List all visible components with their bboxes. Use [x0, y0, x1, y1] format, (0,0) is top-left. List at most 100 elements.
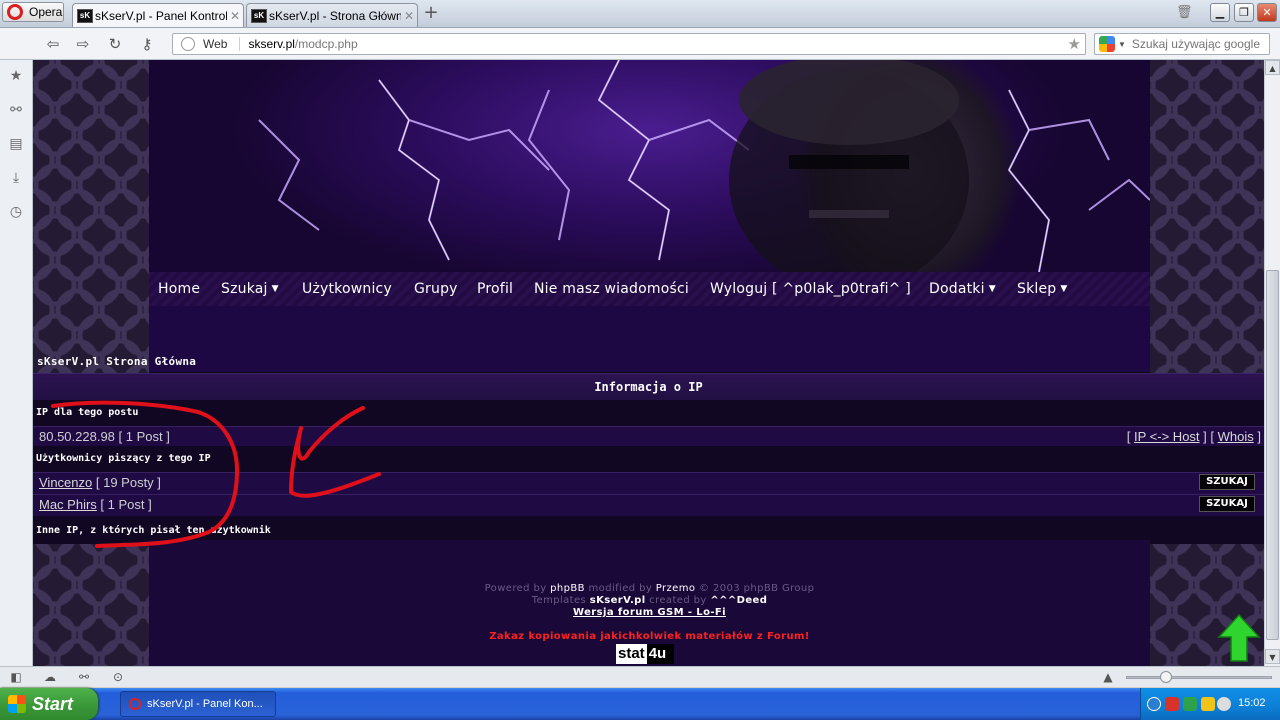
scrollbar-thumb[interactable] — [1266, 270, 1279, 640]
bookmark-star-icon[interactable]: ★ — [1068, 35, 1081, 53]
downloads-icon[interactable]: ⤓ — [8, 170, 24, 186]
phpbb-link[interactable]: phpBB — [550, 583, 585, 594]
copy-warning: Zakaz kopiowania jakichkolwiek materiałó… — [489, 631, 810, 642]
lofi-version-link[interactable]: Wersja forum GSM - Lo-Fi — [573, 607, 726, 618]
ip-links: [ IP <-> Host ] [ Whois ] — [1127, 429, 1261, 444]
przemo-link[interactable]: Przemo — [656, 583, 696, 594]
tab-strona-glowna[interactable]: sK sKserV.pl - Strona Główn... ✕ — [246, 3, 418, 27]
tab-close-icon[interactable]: ✕ — [401, 9, 417, 23]
new-tab-button[interactable]: + — [422, 4, 440, 22]
users-label: Użytkownicy piszący z tego IP — [36, 453, 211, 464]
start-label: Start — [32, 693, 74, 714]
tray-volume-icon[interactable] — [1217, 697, 1231, 711]
menu-grupy-label: Grupy — [414, 281, 458, 297]
chevron-down-icon[interactable]: ▼ — [1118, 40, 1126, 49]
trash-icon[interactable]: 🗑 — [1176, 5, 1193, 21]
start-button[interactable]: Start — [0, 688, 98, 720]
menu-grupy[interactable]: Grupy — [414, 272, 458, 306]
web-page: Home Szukaj ▼ Użytkownicy Grupy Profil Ni… — [33, 60, 1264, 666]
menu-dodatki[interactable]: Dodatki ▼ — [929, 272, 996, 306]
menu-uzytkownicy[interactable]: Użytkownicy — [302, 272, 392, 306]
forward-arrow-icon[interactable]: ⇨ — [72, 34, 94, 54]
taskbar-window-title: sKserV.pl - Panel Kon... — [147, 698, 263, 710]
tab-title: sKserV.pl - Strona Główn... — [269, 8, 401, 23]
site-footer: Powered by phpBB modified by Przemo © 20… — [149, 540, 1150, 666]
version-line: Wersja forum GSM - Lo-Fi — [149, 607, 1150, 618]
address-field[interactable]: Web skserv.pl/modcp.php ★ — [172, 33, 1086, 55]
turbo-icon[interactable]: ⚯ — [76, 670, 92, 684]
taskbar-opera-window[interactable]: sKserV.pl - Panel Kon... — [120, 691, 276, 717]
key-icon[interactable]: ⚷ — [136, 34, 158, 54]
stat4u-badge[interactable]: stat 4u — [616, 644, 674, 664]
speed-dial-icon[interactable]: ⊙ — [110, 670, 126, 684]
hexagon-background-right — [1150, 60, 1264, 666]
menu-profil[interactable]: Profil — [477, 272, 513, 306]
address-host: skserv.pl — [248, 37, 295, 51]
history-clock-icon[interactable]: ◷ — [8, 204, 24, 220]
ip-host-link[interactable]: IP <-> Host — [1134, 429, 1200, 444]
search-field[interactable]: ▼ — [1094, 33, 1270, 55]
whois-link[interactable]: Whois — [1218, 429, 1254, 444]
user-entry: Vincenzo [ 19 Posty ] — [39, 475, 161, 490]
bookmarks-star-icon[interactable]: ★ — [8, 68, 24, 84]
user-link[interactable]: Vincenzo — [39, 475, 92, 490]
menu-wyloguj[interactable]: Wyloguj [ ^p0lak_p0trafi^ ] — [710, 272, 911, 306]
tab-panel-kontrol[interactable]: sK sKserV.pl - Panel Kontrol... ✕ — [72, 3, 244, 27]
zoom-menu-arrow-icon[interactable]: ▲ — [1100, 670, 1116, 684]
deed-link[interactable]: ^^^Deed — [710, 595, 767, 606]
menu-home[interactable]: Home — [158, 272, 200, 306]
restore-button[interactable]: ❐ — [1234, 3, 1254, 22]
menu-wiadomosci-label: Nie masz wiadomości — [534, 281, 689, 297]
bracket-mid: ] [ — [1203, 429, 1214, 444]
ip-value: 80.50.228.98 [ 1 Post ] — [39, 429, 170, 444]
search-input[interactable] — [1131, 37, 1268, 51]
scroll-down-arrow-icon[interactable]: ▼ — [1265, 649, 1280, 664]
address-path: /modcp.php — [294, 37, 358, 51]
menu-szukaj[interactable]: Szukaj ▼ — [221, 272, 279, 306]
tab-title: sKserV.pl - Panel Kontrol... — [95, 8, 227, 23]
scroll-to-top-arrow-icon[interactable] — [1217, 613, 1261, 663]
breadcrumb[interactable]: sKserV.pl Strona Główna — [37, 355, 196, 368]
ip-post-count: [ 1 Post ] — [118, 429, 170, 444]
scroll-up-arrow-icon[interactable]: ▲ — [1265, 60, 1280, 75]
stat4u-part-b: 4u — [648, 645, 667, 662]
zoom-slider[interactable] — [1126, 676, 1272, 679]
menu-wyloguj-label: Wyloguj [ ^p0lak_p0trafi^ ] — [710, 281, 911, 297]
caret-down-icon: ▼ — [988, 284, 996, 294]
opera-menu-button[interactable]: Opera — [2, 2, 64, 22]
table-row: Vincenzo [ 19 Posty ] SZUKAJ — [33, 472, 1264, 494]
window-close-button[interactable]: ✕ — [1257, 3, 1277, 22]
user-link[interactable]: Mac Phirs — [39, 497, 97, 512]
modified-label: modified by — [588, 583, 653, 594]
tray-security-shield-icon[interactable] — [1201, 697, 1215, 711]
caret-down-icon: ▼ — [1060, 284, 1068, 294]
menu-sklep[interactable]: Sklep ▼ — [1017, 272, 1068, 306]
tray-antivirus-icon[interactable] — [1165, 697, 1179, 711]
minimize-button[interactable]: ▁ — [1210, 3, 1230, 22]
browser-side-panel: ★ ⚯ ▤ ⤓ ◷ — [0, 60, 33, 666]
notes-icon[interactable]: ▤ — [8, 136, 24, 152]
tray-expand-icon[interactable] — [1147, 697, 1161, 711]
stat4u-part-a: stat — [616, 644, 647, 664]
reload-icon[interactable]: ↻ — [104, 34, 126, 54]
panel-toggle-icon[interactable]: ◧ — [8, 670, 24, 684]
opera-unite-cloud-icon[interactable]: ☁ — [42, 670, 58, 684]
site-favicon-icon: sK — [77, 8, 93, 23]
share-icon[interactable]: ⚯ — [8, 102, 24, 118]
search-user-button[interactable]: SZUKAJ — [1199, 474, 1255, 490]
page-vertical-scrollbar[interactable]: ▲ ▼ — [1264, 60, 1280, 666]
back-arrow-icon[interactable]: ⇦ — [42, 34, 64, 54]
skserv-link[interactable]: sKserV.pl — [590, 595, 646, 606]
menu-shadow-band — [149, 306, 1150, 372]
powered-label: Powered by — [484, 583, 547, 594]
tab-close-icon[interactable]: ✕ — [227, 9, 243, 23]
ip-info-title: Informacja o IP — [594, 380, 703, 394]
table-row: Mac Phirs [ 1 Post ] SZUKAJ — [33, 494, 1264, 516]
opera-logo-icon — [7, 4, 23, 20]
zoom-slider-thumb[interactable] — [1160, 671, 1172, 683]
tray-network-icon[interactable] — [1183, 697, 1197, 711]
menu-wiadomosci[interactable]: Nie masz wiadomości — [534, 272, 689, 306]
search-user-button[interactable]: SZUKAJ — [1199, 496, 1255, 512]
google-icon[interactable] — [1099, 36, 1115, 52]
taskbar-clock[interactable]: 15:02 — [1238, 697, 1266, 709]
